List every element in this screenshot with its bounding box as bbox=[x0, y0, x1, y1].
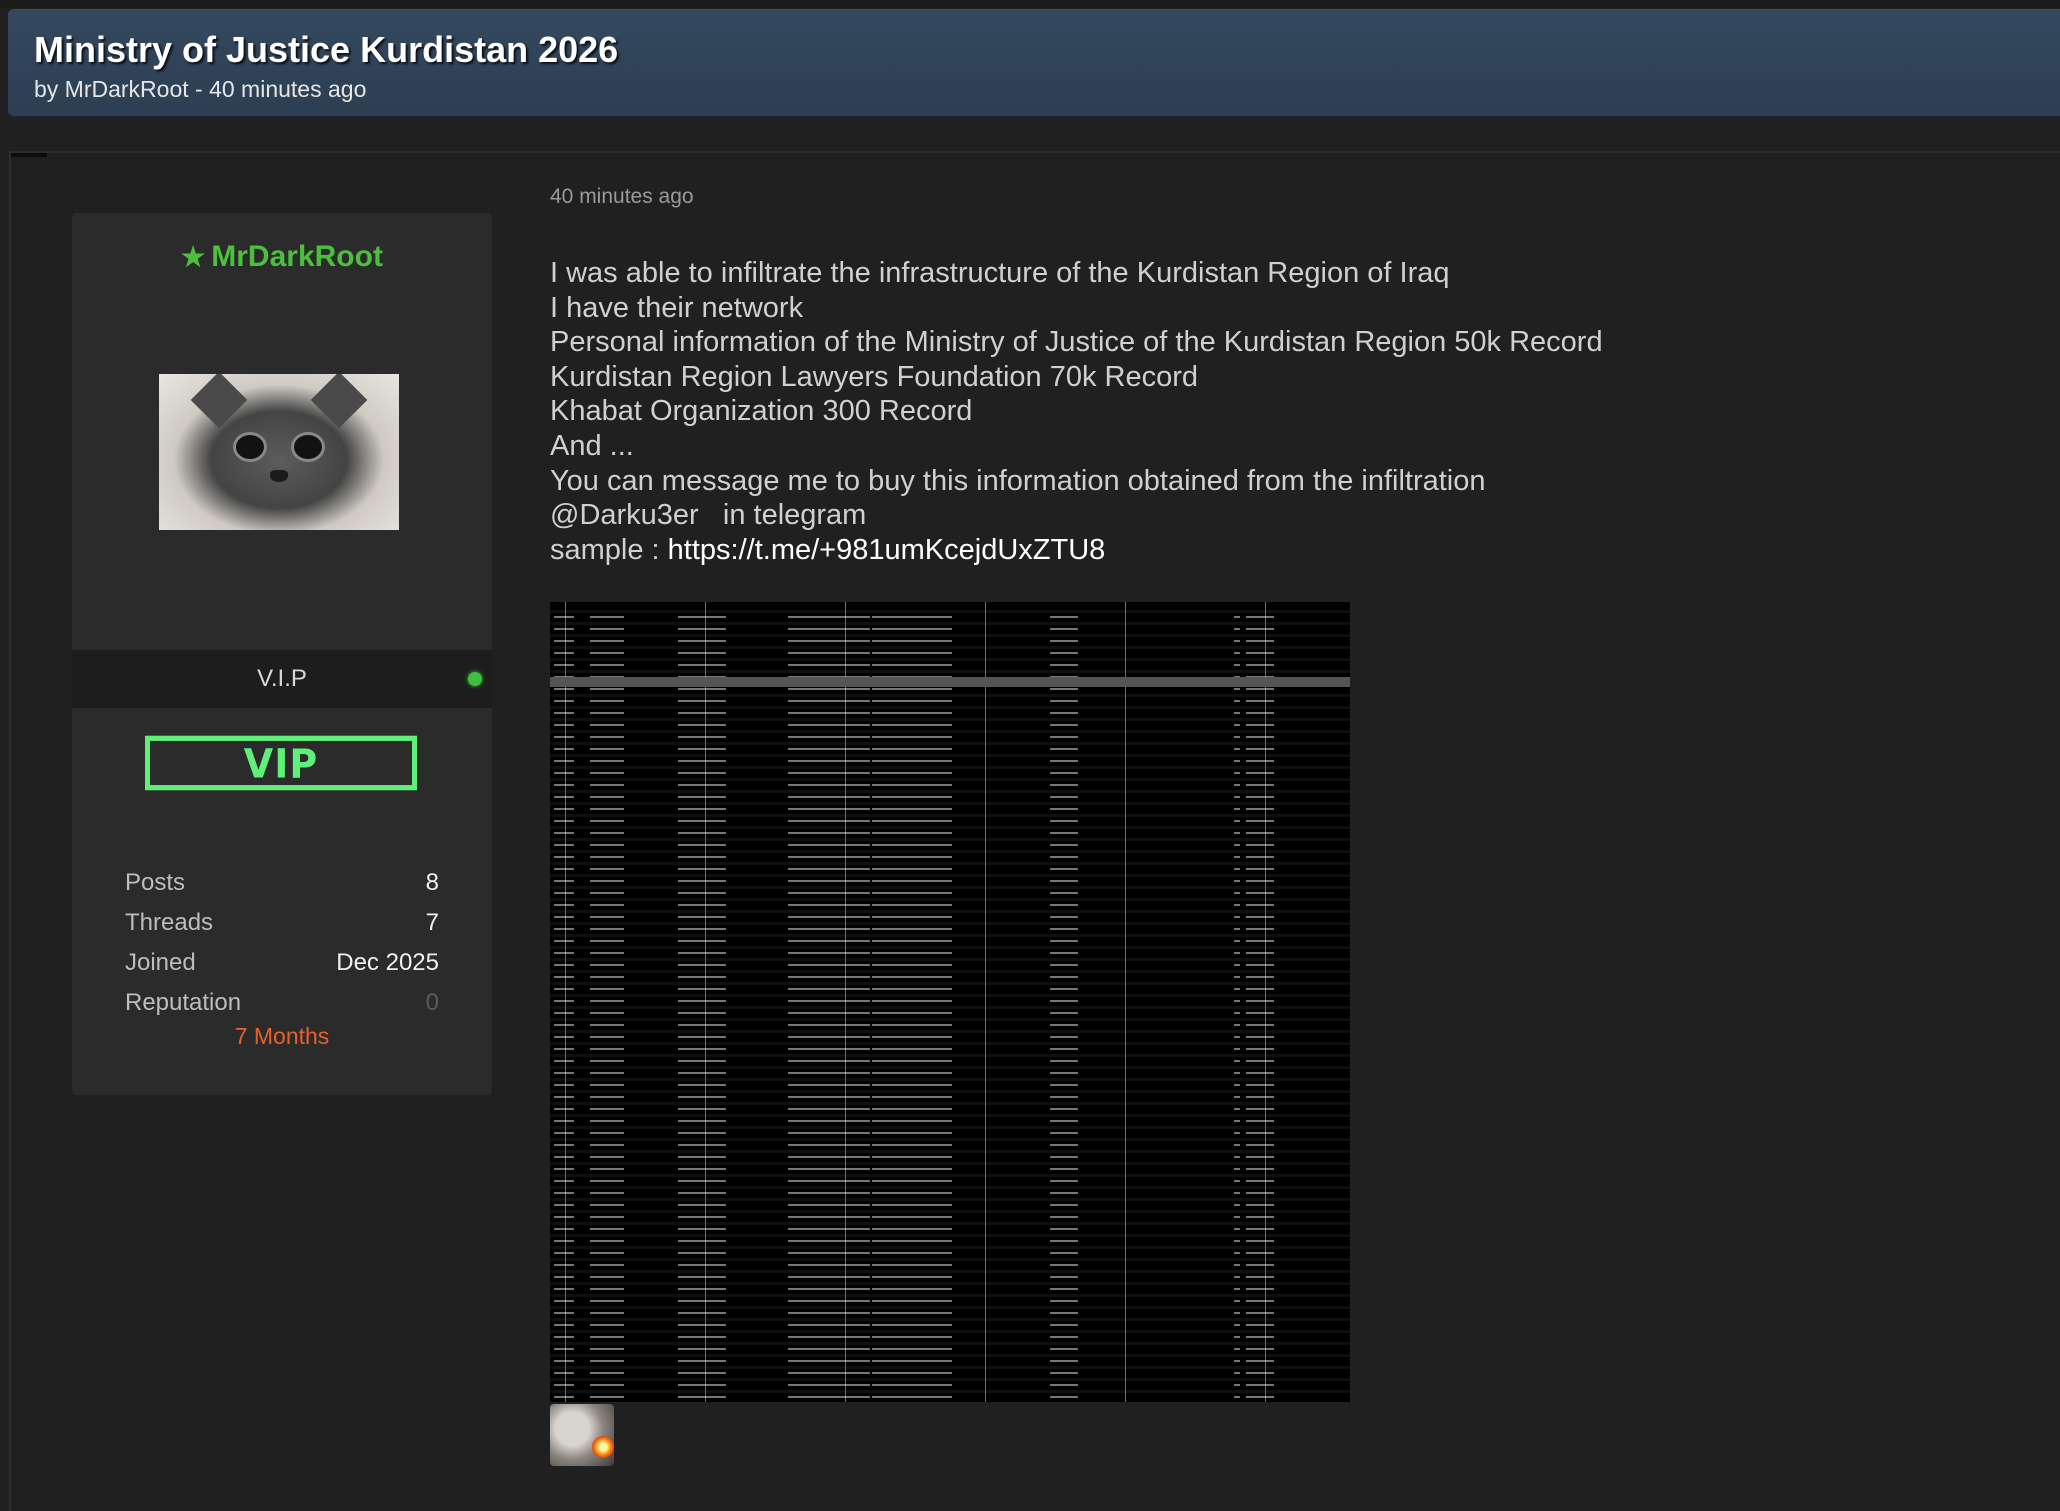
stat-value[interactable]: 0 bbox=[426, 983, 439, 1023]
post-line: I was able to infiltrate the infrastruct… bbox=[550, 257, 1450, 289]
username: MrDarkRoot bbox=[211, 240, 383, 273]
avatar-ear-right bbox=[310, 374, 368, 429]
stat-value: Dec 2025 bbox=[336, 949, 439, 976]
stat-reputation: Reputation 0 bbox=[125, 983, 439, 1023]
stat-joined: Joined Dec 2025 bbox=[125, 943, 439, 983]
post-line: Khabat Organization 300 Record bbox=[550, 395, 973, 428]
top-bar bbox=[0, 0, 2060, 8]
stat-value: 8 bbox=[425, 869, 439, 896]
online-status-icon bbox=[468, 672, 482, 686]
explosion-icon bbox=[592, 1436, 614, 1458]
post-line: @Darku3er in telegram bbox=[550, 499, 867, 532]
stat-label: Threads bbox=[125, 909, 214, 936]
sample-link[interactable]: https://t.me/+981umKcejdUxZTU8 bbox=[668, 534, 1106, 566]
rank-label: V.I.P bbox=[257, 665, 307, 692]
screenshot-column bbox=[872, 606, 952, 1398]
stat-label: Reputation bbox=[125, 989, 242, 1016]
user-card: ★ MrDarkRoot V.I.P VIP Posts 8 Threads 7 … bbox=[72, 213, 492, 1095]
stat-posts: Posts 8 bbox=[125, 863, 439, 903]
frame-accent bbox=[11, 153, 47, 157]
rank-bar: V.I.P bbox=[72, 650, 492, 708]
avatar-eye-left bbox=[233, 432, 267, 462]
post-time: 40 minutes ago bbox=[550, 185, 694, 208]
vip-badge: VIP bbox=[145, 735, 417, 791]
avatar-nose bbox=[270, 470, 288, 482]
post-line: Kurdistan Region Lawyers Foundation 70k … bbox=[550, 360, 1199, 393]
username-link[interactable]: ★ MrDarkRoot bbox=[72, 239, 492, 275]
post-line: And ... bbox=[550, 429, 634, 462]
stat-value: 7 bbox=[425, 909, 439, 936]
thread-title: Ministry of Justice Kurdistan 2026 bbox=[34, 29, 619, 70]
sample-line: sample : https://t.me/+981umKcejdUxZTU8 bbox=[550, 533, 1950, 568]
post-line: You can message me to buy this informati… bbox=[550, 464, 1486, 497]
membership-duration: 7 Months bbox=[234, 1023, 330, 1049]
screenshot-highlight-row bbox=[550, 677, 1350, 687]
star-icon: ★ bbox=[181, 242, 206, 272]
user-stats: Posts 8 Threads 7 Joined Dec 2025 Reputa… bbox=[125, 863, 439, 1023]
stat-threads: Threads 7 bbox=[125, 903, 439, 943]
stat-label: Posts bbox=[125, 869, 186, 896]
screenshot-column bbox=[1246, 606, 1274, 1398]
screenshot-column bbox=[788, 606, 870, 1398]
screenshot-column bbox=[554, 606, 574, 1398]
post-line: Personal information of the Ministry of … bbox=[550, 326, 1603, 359]
sample-label: sample : bbox=[550, 533, 668, 566]
screenshot-column bbox=[1234, 606, 1240, 1398]
screenshot-column bbox=[590, 606, 624, 1398]
post-body: I was able to infiltrate the infrastruct… bbox=[550, 256, 1950, 567]
stat-label: Joined bbox=[125, 949, 196, 976]
sticker-image bbox=[550, 1404, 614, 1466]
screenshot-column bbox=[678, 606, 726, 1398]
thread-byline: by MrDarkRoot - 40 minutes ago bbox=[34, 76, 367, 102]
avatar[interactable] bbox=[159, 374, 399, 530]
post-line: I have their network bbox=[550, 291, 804, 324]
screenshot-column bbox=[1050, 606, 1078, 1398]
avatar-eye-right bbox=[291, 432, 325, 462]
attached-screenshot[interactable] bbox=[550, 602, 1350, 1402]
thread-header: Ministry of Justice Kurdistan 2026 by Mr… bbox=[8, 9, 2060, 117]
avatar-ear-left bbox=[190, 374, 248, 429]
